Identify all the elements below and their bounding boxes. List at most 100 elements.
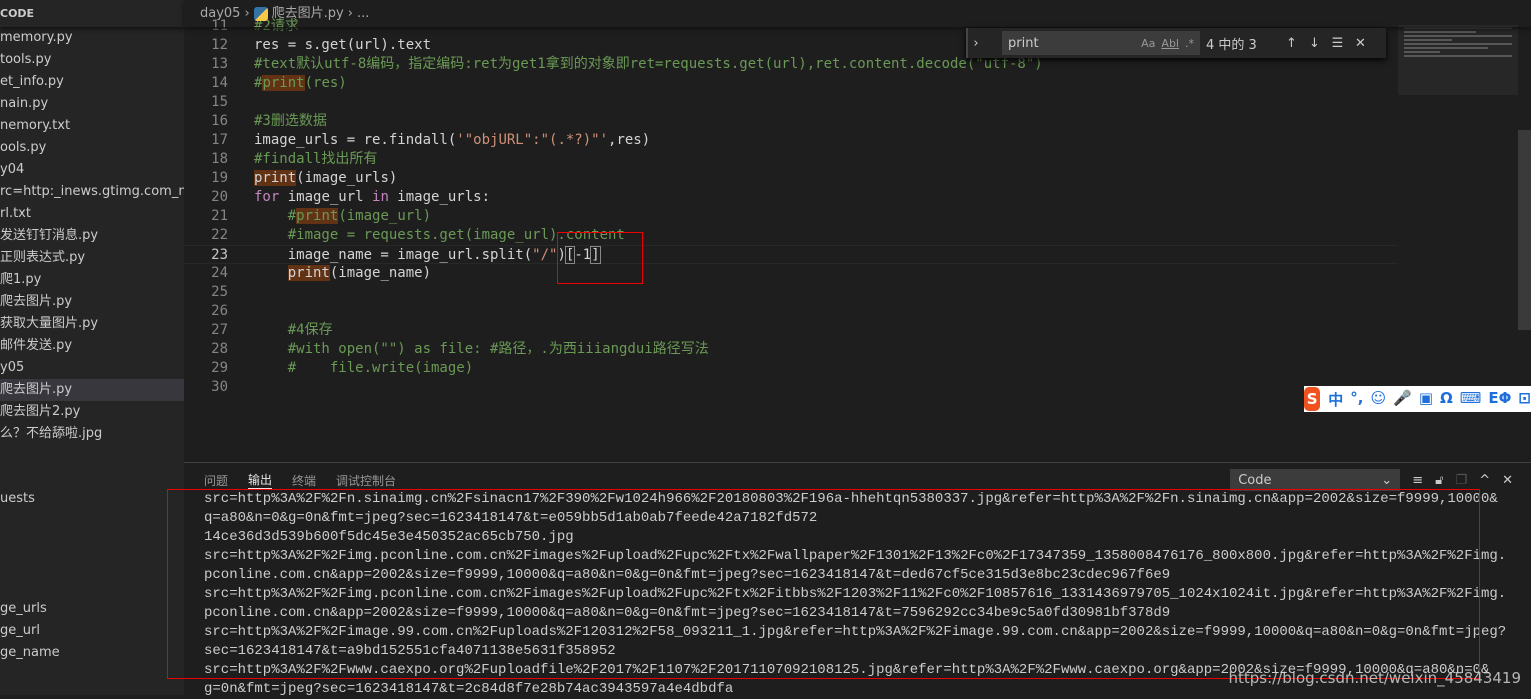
code-token: (res) xyxy=(304,75,347,91)
breadcrumb-file[interactable]: 爬去图片.py xyxy=(272,0,344,28)
code-token: # file.write(image) xyxy=(254,360,474,376)
watermark: https://blog.csdn.net/weixin_45843419 xyxy=(1228,669,1521,687)
file-tree-item[interactable]: ools.py xyxy=(0,137,184,159)
file-tree-item[interactable]: 爬去图片.py xyxy=(0,291,184,313)
code-line[interactable]: 28 #with open("") as file: #路径，.为西iiiang… xyxy=(184,340,1398,359)
code-token: #findall找出所有 xyxy=(254,151,378,167)
outline-item[interactable]: uests xyxy=(0,488,184,510)
ime-button[interactable]: 中 xyxy=(1328,389,1343,410)
find-query[interactable]: print xyxy=(1008,36,1141,51)
explorer-header: CODE xyxy=(0,0,184,27)
code-line[interactable]: 15 xyxy=(184,93,1398,112)
file-tree-item[interactable]: rl.txt xyxy=(0,203,184,225)
code-line[interactable]: 14 #print(res) xyxy=(184,74,1398,93)
code-line[interactable]: 22 #image = requests.get(image_url).cont… xyxy=(184,226,1398,245)
code-line[interactable]: 18 #findall找出所有 xyxy=(184,150,1398,169)
annotation-box xyxy=(557,232,643,284)
file-tree-item[interactable]: 爬1.py xyxy=(0,269,184,291)
outline-item[interactable]: ge_url xyxy=(0,620,184,642)
code-line[interactable]: 21 #print(image_url) xyxy=(184,207,1398,226)
toggle-replace-icon[interactable]: › xyxy=(968,36,984,51)
arrow-down-icon[interactable]: ↓ xyxy=(1303,36,1326,51)
panel-tab[interactable]: 输出 xyxy=(248,471,273,489)
ime-button[interactable]: °, xyxy=(1350,389,1363,410)
file-tree-item[interactable]: rc=http:_inews.gtimg.com_ne... xyxy=(0,181,184,203)
ime-button[interactable]: EΦ xyxy=(1488,389,1511,410)
file-tree-item[interactable]: y05 xyxy=(0,357,184,379)
file-tree-item[interactable]: nain.py xyxy=(0,93,184,115)
code-token: image_urls = re.findall( xyxy=(254,132,457,148)
find-input[interactable]: print Aa Abl .* xyxy=(1002,31,1200,55)
minimap[interactable] xyxy=(1398,25,1518,95)
panel-controls: Code ⌄ ≡ 🔓︎ ❐ ^ ✕ xyxy=(1230,469,1531,491)
outline-item[interactable] xyxy=(0,510,184,532)
breadcrumb-folder[interactable]: day05 xyxy=(200,0,240,28)
file-tree-item[interactable]: 么？不给舔啦.jpg xyxy=(0,423,184,445)
file-tree-item[interactable]: 获取大量图片.py xyxy=(0,313,184,335)
copy-icon[interactable]: ❐ xyxy=(1456,473,1468,488)
file-tree-item[interactable]: 正则表达式.py xyxy=(0,247,184,269)
ime-button[interactable]: Ω xyxy=(1440,389,1453,410)
code-token: (image_name) xyxy=(329,265,432,281)
outline-item[interactable] xyxy=(0,554,184,576)
ime-button[interactable]: ☺ xyxy=(1370,389,1386,410)
code-line[interactable]: 29 # file.write(image) xyxy=(184,359,1398,378)
ime-button[interactable]: ⊡ xyxy=(1518,389,1531,410)
code-line[interactable]: 19 print(image_urls) xyxy=(184,169,1398,188)
outline-item[interactable]: ge_urls xyxy=(0,598,184,620)
line-number: 16 xyxy=(211,113,228,129)
find-in-selection-icon[interactable]: ☰ xyxy=(1326,36,1349,51)
line-number: 18 xyxy=(211,151,228,167)
file-tree-item[interactable]: 爬去图片.py xyxy=(0,379,184,401)
breadcrumb-more[interactable]: ... xyxy=(357,0,369,28)
code-token: image_urls: xyxy=(388,189,491,205)
whole-word-button[interactable]: Abl xyxy=(1161,37,1179,50)
arrow-up-icon[interactable]: ↑ xyxy=(1280,36,1303,51)
code-line[interactable]: 26 xyxy=(184,302,1398,321)
regex-button[interactable]: .* xyxy=(1185,37,1194,50)
lock-icon[interactable]: 🔓︎ xyxy=(1435,473,1443,488)
code-line[interactable]: 17 image_urls = re.findall('"objURL":"(.*… xyxy=(184,131,1398,150)
file-tree-item[interactable]: memory.py xyxy=(0,27,184,49)
bottom-panel: 问题 输出 终端 调试控制台 Code ⌄ ≡ 🔓︎ ❐ ^ ✕ src=http%3A… xyxy=(167,462,1531,697)
match-case-button[interactable]: Aa xyxy=(1141,37,1155,50)
file-tree-item[interactable]: y04 xyxy=(0,159,184,181)
line-number: 25 xyxy=(211,284,228,300)
file-tree-item[interactable]: et_info.py xyxy=(0,71,184,93)
code-line[interactable]: 23 image_name = image_url.split("/")[-1] xyxy=(184,245,1398,264)
ime-button[interactable]: ⌨ xyxy=(1460,389,1482,410)
code-line[interactable]: 24 print(image_name) xyxy=(184,264,1398,283)
breadcrumb: day05 › 爬去图片.py › ... xyxy=(184,0,1531,27)
line-number: 14 xyxy=(211,75,228,91)
clear-output-icon[interactable]: ≡ xyxy=(1412,473,1423,488)
code-line[interactable]: 20 for image_url in image_urls: xyxy=(184,188,1398,207)
line-text: #print(image_url) xyxy=(254,207,431,226)
outline-item[interactable]: ge_name xyxy=(0,642,184,664)
outline-item[interactable] xyxy=(0,576,184,598)
panel-tab[interactable]: 问题 xyxy=(204,472,228,489)
line-number: 13 xyxy=(211,56,228,72)
maximize-panel-icon[interactable]: ^ xyxy=(1479,473,1490,488)
file-tree-item[interactable]: nemory.txt xyxy=(0,115,184,137)
panel-tab[interactable]: 终端 xyxy=(292,472,316,489)
code-line[interactable]: 16 #3删选数据 xyxy=(184,112,1398,131)
file-tree-item[interactable]: 爬去图片2.py xyxy=(0,401,184,423)
outline-item[interactable] xyxy=(0,532,184,554)
code-area[interactable]: 11 #2请求 12 res = s.get(url).text 13 #text默认ut… xyxy=(184,17,1398,397)
close-panel-icon[interactable]: ✕ xyxy=(1502,473,1513,488)
code-token: "/" xyxy=(532,247,558,263)
vertical-scrollbar[interactable] xyxy=(1518,130,1531,330)
file-tree-item[interactable]: tools.py xyxy=(0,49,184,71)
file-tree-item[interactable]: 邮件发送.py xyxy=(0,335,184,357)
code-line[interactable]: 25 xyxy=(184,283,1398,302)
output-channel-select[interactable]: Code ⌄ xyxy=(1230,469,1401,491)
code-line[interactable]: 30 xyxy=(184,378,1398,397)
panel-tab[interactable]: 调试控制台 xyxy=(336,472,396,489)
ime-button[interactable]: 🎤 xyxy=(1393,389,1412,410)
sogou-logo[interactable]: S xyxy=(1304,387,1321,411)
file-tree-item[interactable]: 发送钉钉消息.py xyxy=(0,225,184,247)
code-line[interactable]: 27 #4保存 xyxy=(184,321,1398,340)
ime-button[interactable]: ▣ xyxy=(1419,389,1433,410)
close-icon[interactable]: ✕ xyxy=(1349,36,1372,51)
